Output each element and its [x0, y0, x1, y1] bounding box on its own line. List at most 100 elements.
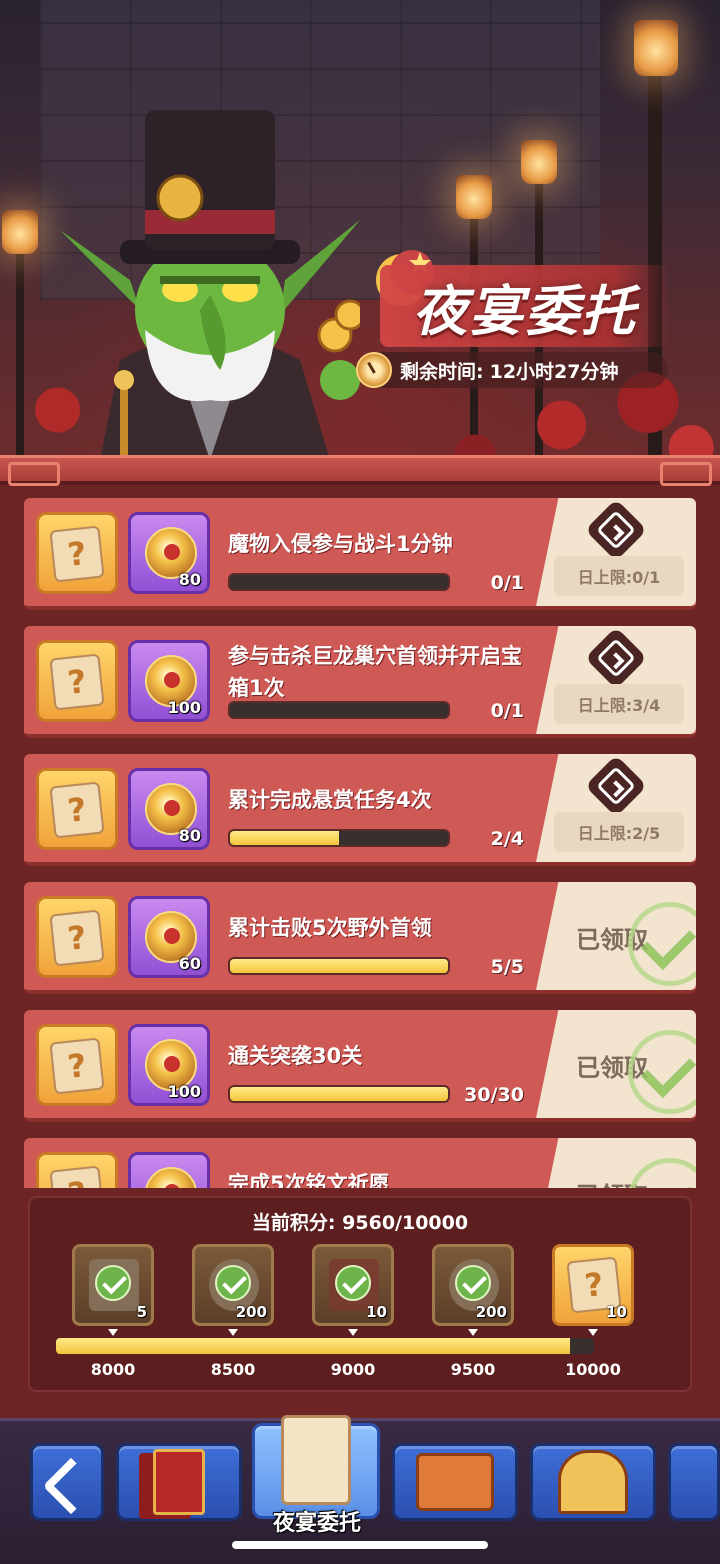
task-title: 通关突袭30关 — [228, 1044, 363, 1068]
milestone-count: 10 — [606, 1303, 627, 1321]
nav-cards[interactable] — [116, 1443, 242, 1521]
milestone-count: 5 — [136, 1303, 147, 1321]
reward-count: 100 — [167, 698, 201, 717]
nav-more[interactable] — [668, 1443, 720, 1521]
daily-limit: 日上限:2/5 — [554, 812, 684, 852]
reward-count: 80 — [178, 570, 201, 589]
nav-shop[interactable] — [530, 1443, 656, 1521]
current-score: 当前积分: 9560/10000 — [30, 1208, 690, 1235]
check-icon — [628, 1158, 696, 1188]
mystery-scroll-reward[interactable]: ? — [36, 1024, 118, 1106]
go-button[interactable] — [584, 498, 648, 562]
task-action-area: 已领取 — [536, 882, 696, 990]
chest-icon — [416, 1453, 494, 1511]
milestone-marker — [468, 1329, 478, 1336]
home-indicator[interactable] — [232, 1541, 488, 1549]
scroll-icon — [281, 1415, 351, 1506]
task-progress-text: 2/4 — [490, 828, 524, 850]
remaining-time-row: 剩余时间: 12小时27分钟 — [356, 352, 668, 388]
panel-top-border — [0, 455, 720, 486]
task-row: ? 80 累计完成悬赏任务4次 2/4 日上限:2/5 — [24, 754, 696, 866]
task-action-area: 已领取 — [536, 1138, 696, 1188]
mystery-scroll-reward[interactable]: ? — [36, 512, 118, 594]
check-icon — [335, 1265, 371, 1301]
task-progress-text: 5/5 — [490, 956, 524, 978]
coin-reward[interactable]: 60 — [128, 896, 210, 978]
task-list[interactable]: ? 80 魔物入侵参与战斗1分钟 0/1 日上限:0/1 ? 100 参与击杀巨… — [24, 498, 696, 1188]
task-row: ? 60 累计击败5次野外首领 5/5 已领取 — [24, 882, 696, 994]
mystery-scroll-reward[interactable]: ? — [36, 768, 118, 850]
task-action-area: 日上限:2/5 — [536, 754, 696, 862]
task-action-area: 日上限:3/4 — [536, 626, 696, 734]
chevron-right-icon — [596, 638, 636, 678]
go-button[interactable] — [584, 626, 648, 690]
mystery-scroll-icon: ? — [49, 653, 105, 711]
task-row: ? 完成5次铭文祈愿 已领取 — [24, 1138, 696, 1188]
coin-reward[interactable]: 80 — [128, 512, 210, 594]
task-progress-fill — [230, 1087, 448, 1101]
chevron-right-icon — [596, 766, 636, 806]
task-progress-bar — [228, 1085, 450, 1103]
mystery-scroll-reward[interactable]: ? — [36, 1152, 118, 1188]
mystery-scroll-icon: ? — [49, 1037, 105, 1095]
nav-chest[interactable] — [392, 1443, 518, 1521]
task-title: 参与击杀巨龙巢穴首领并开启宝箱1次 — [228, 644, 522, 700]
score-value: 9560/10000 — [342, 1212, 469, 1234]
event-banner: 夜宴委托 剩余时间: 12小时27分钟 — [0, 0, 720, 470]
milestone-reward-9500[interactable]: 200 — [432, 1244, 514, 1326]
back-arrow-icon — [42, 1457, 100, 1515]
chevron-right-icon — [596, 510, 636, 550]
milestone-marker — [228, 1329, 238, 1336]
reward-count: 80 — [178, 826, 201, 845]
task-action-area: 已领取 — [536, 1010, 696, 1118]
mystery-scroll-reward[interactable]: ? — [36, 640, 118, 722]
task-title: 累计完成悬赏任务4次 — [228, 788, 432, 812]
nav-active-label: 夜宴委托 — [272, 1511, 361, 1536]
mystery-scroll-icon: ? — [49, 909, 105, 967]
task-title: 魔物入侵参与战斗1分钟 — [228, 532, 453, 556]
milestone-count: 10 — [366, 1303, 387, 1321]
check-icon — [628, 902, 696, 986]
milestone-reward-9000[interactable]: 10 — [312, 1244, 394, 1326]
reward-count: 100 — [167, 1082, 201, 1101]
check-icon — [455, 1265, 491, 1301]
task-title: 累计击败5次野外首领 — [228, 916, 432, 940]
milestone-reward-10000[interactable]: ? 10 — [552, 1244, 634, 1326]
task-row: ? 100 通关突袭30关 30/30 已领取 — [24, 1010, 696, 1122]
event-title: 夜宴委托 — [413, 278, 637, 343]
back-button[interactable] — [30, 1443, 104, 1521]
milestone-count: 200 — [235, 1303, 267, 1321]
coin-reward[interactable] — [128, 1152, 210, 1188]
threshold-label: 8500 — [210, 1360, 256, 1379]
goblin-character-icon — [60, 110, 360, 460]
score-label: 当前积分: — [251, 1212, 336, 1234]
threshold-label: 9500 — [450, 1360, 496, 1379]
milestone-count: 200 — [475, 1303, 507, 1321]
threshold-label: 9000 — [330, 1360, 376, 1379]
milestone-reward-8500[interactable]: 200 — [192, 1244, 274, 1326]
timer-value: 12小时27分钟 — [489, 360, 619, 383]
task-progress-text: 30/30 — [464, 1084, 524, 1106]
mystery-scroll-reward[interactable]: ? — [36, 896, 118, 978]
task-progress-fill — [230, 831, 339, 845]
task-title: 完成5次铭文祈愿 — [228, 1172, 390, 1188]
task-progress-bar — [228, 701, 450, 719]
coin-reward[interactable]: 80 — [128, 768, 210, 850]
shop-icon — [558, 1450, 628, 1514]
check-icon — [215, 1265, 251, 1301]
check-icon — [628, 1030, 696, 1114]
milestone-marker — [108, 1329, 118, 1336]
task-action-area: 日上限:0/1 — [536, 498, 696, 606]
threshold-label: 8000 — [90, 1360, 136, 1379]
coin-reward[interactable]: 100 — [128, 640, 210, 722]
timer-label: 剩余时间: — [400, 360, 484, 383]
coin-reward[interactable]: 100 — [128, 1024, 210, 1106]
check-icon — [95, 1265, 131, 1301]
event-title-banner: 夜宴委托 — [380, 265, 670, 347]
milestone-reward-8000[interactable]: 5 — [72, 1244, 154, 1326]
daily-limit: 日上限:3/4 — [554, 684, 684, 724]
daily-limit: 日上限:0/1 — [554, 556, 684, 596]
go-button[interactable] — [584, 754, 648, 818]
milestone-marker — [348, 1329, 358, 1336]
task-progress-bar — [228, 829, 450, 847]
